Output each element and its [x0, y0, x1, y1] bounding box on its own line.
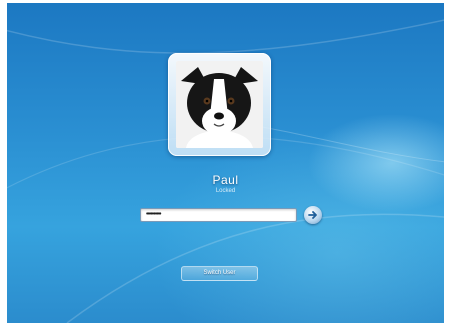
- submit-button[interactable]: [304, 206, 322, 224]
- avatar: [176, 61, 263, 148]
- dog-avatar-image: [176, 61, 263, 148]
- user-avatar-frame[interactable]: [168, 53, 271, 156]
- password-input[interactable]: ••••••••••: [140, 208, 297, 222]
- logon-screen: Paul Locked •••••••••• Switch User: [7, 3, 444, 323]
- switch-user-button[interactable]: Switch User: [181, 266, 258, 281]
- account-status-label: Locked: [215, 188, 236, 194]
- arrow-right-icon: [308, 211, 317, 219]
- username-label: Paul: [212, 173, 239, 187]
